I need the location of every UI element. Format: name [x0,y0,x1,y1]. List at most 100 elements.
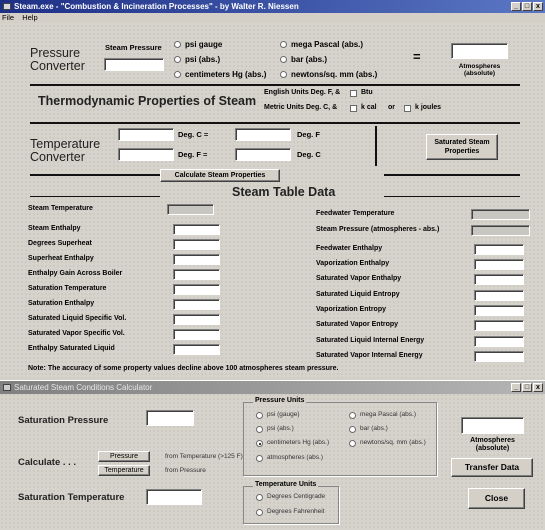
saturation-temperature-input[interactable] [146,489,202,505]
atmospheres-result[interactable] [451,43,508,59]
menu-file[interactable]: File [2,13,14,22]
minimize-icon[interactable]: _ [511,2,521,11]
steam-enthalpy-field[interactable] [173,224,220,235]
pressure-units-title: Pressure Units [253,397,307,404]
radio-mega-pascal-label: mega Pascal (abs.) [291,40,364,49]
radio-psi-gauge-label: psi gauge [185,40,223,49]
saturated-steam-properties-button[interactable]: Saturated Steam Properties [426,134,498,160]
vaporization-enthalpy-field[interactable] [474,259,524,270]
row-enthalpy-sat-liquid: Enthalpy Saturated Liquid [28,345,115,352]
pu-mega-pascal[interactable] [349,412,356,419]
window-controls: _ □ x [511,2,543,11]
divider-1 [30,84,520,86]
or-label: or [388,104,395,111]
btu-label: Btu [361,89,373,96]
feedwater-enthalpy-field[interactable] [474,244,524,255]
enthalpy-gain-field[interactable] [173,269,220,280]
sat-vapor-specific-vol-field[interactable] [173,329,220,340]
from-temperature-label: from Temperature (>125 F) [165,453,243,460]
menu-bar: File Help [0,13,545,23]
sat-vapor-entropy-field[interactable] [474,320,524,331]
saturation-enthalpy-field[interactable] [173,299,220,310]
calc-atmospheres-result[interactable] [461,417,524,434]
atmospheres-label: Atmospheres (absolute) [458,63,501,77]
kjoules-checkbox[interactable] [404,105,411,112]
row-feedwater-temperature: Feedwater Temperature [316,210,395,217]
radio-mega-pascal[interactable] [280,41,287,48]
transfer-data-button[interactable]: Transfer Data [451,458,533,477]
menu-help[interactable]: Help [22,13,37,22]
calc-close-icon[interactable]: x [533,383,543,392]
app-icon [3,3,11,10]
pu-psi-abs[interactable] [256,426,263,433]
sat-vapor-internal-energy-field[interactable] [474,351,524,362]
tu-fahrenheit-label: Degrees Fahrenheit [267,508,325,515]
vaporization-entropy-field[interactable] [474,305,524,316]
vertical-divider [375,126,377,166]
feedwater-temperature-field[interactable] [471,209,530,220]
calc-window-controls: _ □ x [511,383,543,392]
pu-bar-label: bar (abs.) [360,425,388,432]
calc-window-title: Saturated Steam Conditions Calculator [14,383,153,392]
superheat-enthalpy-field[interactable] [173,254,220,265]
steam-pressure-input[interactable] [104,58,164,71]
radio-cm-hg-label: centimeters Hg (abs.) [185,70,267,79]
close-button[interactable]: Close [468,488,525,509]
pu-psi-abs-label: psi (abs.) [267,425,294,432]
saturation-pressure-input[interactable] [146,410,194,426]
calc-maximize-icon[interactable]: □ [522,383,532,392]
steam-table-title: Steam Table Data [232,185,336,199]
from-pressure-label: from Pressure [165,467,206,474]
deg-f-output[interactable] [235,128,291,141]
row-vaporization-enthalpy: Vaporization Enthalpy [316,260,390,267]
pressure-button[interactable]: Pressure [98,451,150,462]
tu-centigrade[interactable] [256,494,263,501]
calc-minimize-icon[interactable]: _ [511,383,521,392]
deg-f-input[interactable] [118,148,174,161]
pu-cm-hg[interactable] [256,440,263,447]
saturation-temperature-label: Saturation Temperature [18,492,125,503]
btu-checkbox[interactable] [350,90,357,97]
radio-psi-abs[interactable] [174,56,181,63]
sat-liquid-specific-vol-field[interactable] [173,314,220,325]
row-enthalpy-gain: Enthalpy Gain Across Boiler [28,270,123,277]
enthalpy-sat-liquid-field[interactable] [173,344,220,355]
degrees-superheat-field[interactable] [173,239,220,250]
calc-atmospheres-label: Atmospheres (absolute) [470,437,515,452]
calc-title-bar[interactable]: Saturated Steam Conditions Calculator _ … [0,381,545,394]
steam-temperature-field[interactable] [167,204,214,215]
equals-sign: = [413,49,421,64]
row-sat-vapor-internal-energy: Saturated Vapor Internal Energy [316,352,423,359]
row-saturation-enthalpy: Saturation Enthalpy [28,300,95,307]
sat-liquid-entropy-field[interactable] [474,290,524,301]
steam-pressure-label: Steam Pressure [105,43,162,52]
pu-atmospheres[interactable] [256,455,263,462]
close-icon[interactable]: x [533,2,543,11]
temperature-button[interactable]: Temperature [98,465,150,476]
pressure-converter-title: Pressure Converter [30,46,85,73]
pu-cm-hg-label: centimeters Hg (abs.) [267,439,330,446]
pu-bar[interactable] [349,426,356,433]
radio-bar[interactable] [280,56,287,63]
saturation-temperature-field[interactable] [173,284,220,295]
kcal-checkbox[interactable] [350,105,357,112]
deg-c-output[interactable] [235,148,291,161]
pu-mega-pascal-label: mega Pascal (abs.) [360,411,416,418]
maximize-icon[interactable]: □ [522,2,532,11]
tu-fahrenheit[interactable] [256,509,263,516]
main-title-bar[interactable]: Steam.exe - "Combustion & Incineration P… [0,0,545,13]
main-window-title: Steam.exe - "Combustion & Incineration P… [14,2,299,11]
radio-psi-gauge[interactable] [174,41,181,48]
radio-cm-hg[interactable] [174,71,181,78]
kcal-label: k cal [361,104,377,111]
radio-newtons[interactable] [280,71,287,78]
calculate-steam-properties-button[interactable]: Calculate Steam Properties [160,169,280,182]
pu-psi-gauge[interactable] [256,412,263,419]
pu-newtons[interactable] [349,440,356,447]
steam-pressure-atm-field[interactable] [471,225,530,236]
deg-c-input[interactable] [118,128,174,141]
sat-vapor-enthalpy-field[interactable] [474,274,524,285]
metric-units-label: Metric Units Deg. C, & [264,104,338,111]
row-superheat-enthalpy: Superheat Enthalpy [28,255,94,262]
sat-liquid-internal-energy-field[interactable] [474,336,524,347]
